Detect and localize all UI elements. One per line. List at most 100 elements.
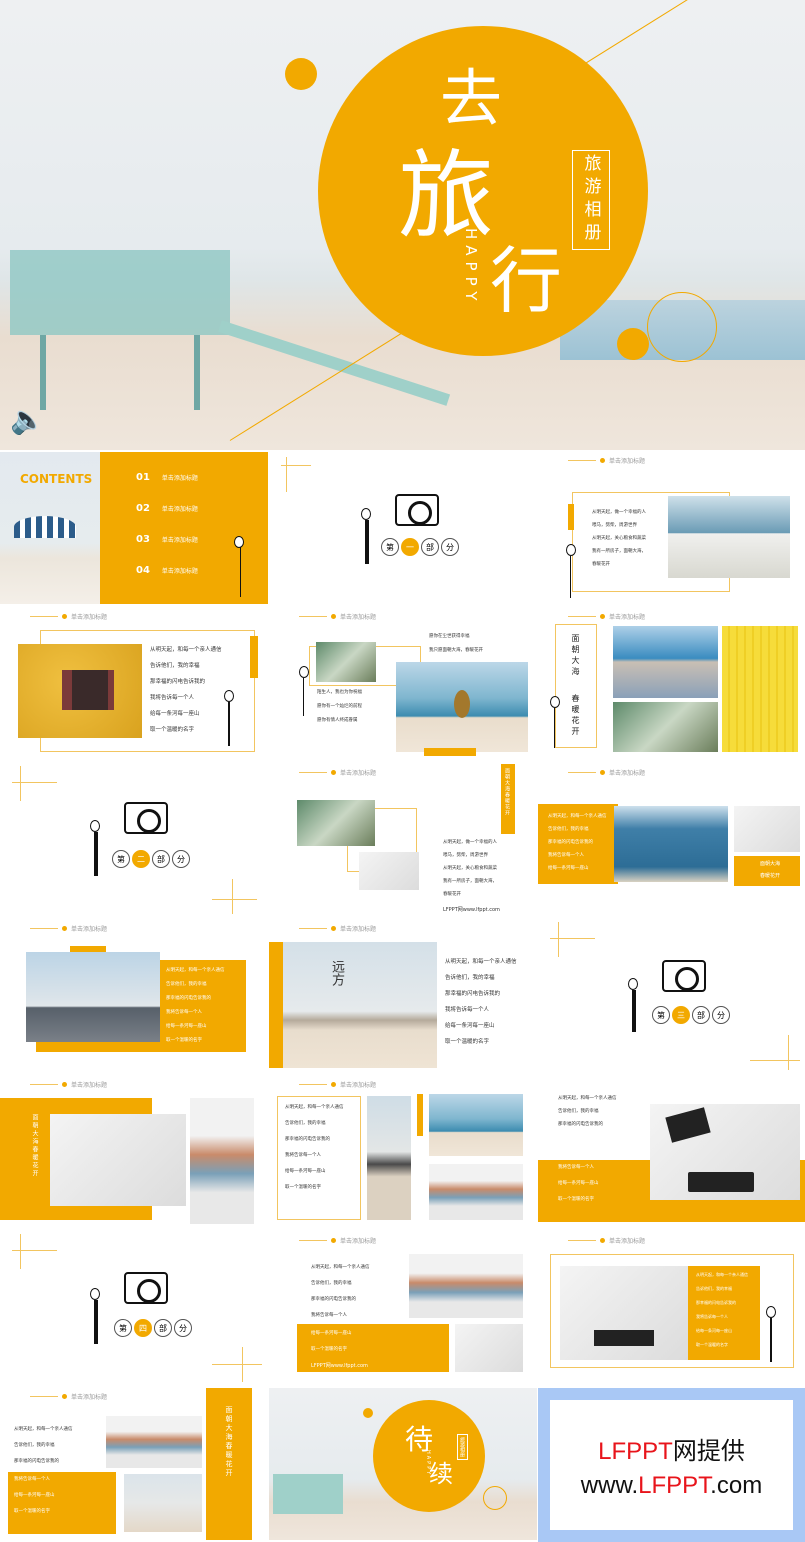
- deco-line: [788, 1035, 789, 1070]
- deco-line: [750, 1060, 800, 1061]
- slide-section-3[interactable]: 第三部分: [538, 920, 805, 1072]
- slide-contents[interactable]: CONTENTS 01 单击添加标题 02 单击添加标题 03 单击添加标题 04 单击…: [0, 452, 268, 604]
- greenhouse-photo: [316, 642, 376, 682]
- slide-header: 单击添加标题: [299, 1236, 376, 1245]
- section-label: 第四部分: [114, 1319, 192, 1337]
- deco-line: [286, 457, 287, 492]
- slide-end[interactable]: 待 续 HAPPY 旅游相册: [269, 1388, 537, 1540]
- beach-photo: [124, 1474, 202, 1532]
- santorini-photo: [668, 496, 790, 578]
- poem-text: 从明天起，和每一个亲人通信 告诉他们，我的幸福 那幸福的闪电告诉我的 我将告诉每一个人: [311, 1265, 370, 1318]
- stick-figure: [570, 556, 571, 598]
- stick-figure-head: [90, 820, 100, 832]
- yuanfang-title: 远方: [329, 960, 344, 986]
- slide-keyboard[interactable]: 从明天起，和每一个亲人通信 告诉他们，我的幸福 那幸福的闪电告诉我的 我将告诉每一个…: [538, 1076, 805, 1228]
- slide-photos-text[interactable]: 单击添加标题 面朝大海春暖花开 从明天起，做一个幸福的人 喂马，劈柴，周游世界 从明…: [269, 764, 537, 916]
- accent-bar: [417, 1094, 423, 1136]
- stick-figure-head: [361, 508, 371, 520]
- slide-header: 单击添加标题: [299, 1080, 376, 1089]
- slide-header: 单击添加标题: [299, 768, 376, 777]
- slide-text-photos[interactable]: 单击添加标题 从明天起，和每一个亲人通信 告诉他们，我的幸福 那幸福的闪电告诉我的我…: [269, 1076, 537, 1228]
- slide-camera-photo[interactable]: 单击添加标题 面朝大海春暖花开: [0, 1076, 268, 1228]
- ad-line-1: LFPPT网提供: [598, 1437, 745, 1465]
- pineapple: [454, 690, 470, 718]
- yellow-bike-photo: [722, 626, 798, 752]
- camera-icon: [124, 1272, 168, 1304]
- deco-line: [12, 1250, 57, 1251]
- contents-item[interactable]: 02 单击添加标题: [136, 503, 198, 534]
- slide-collage[interactable]: 单击添加标题 面朝大海 春暖花开: [538, 608, 805, 760]
- stick-figure-head: [224, 690, 234, 702]
- slide-text-plates[interactable]: 单击添加标题 从明天起，和每一个亲人通信 告诉他们，我的幸福 那幸福的闪电告诉我的我…: [269, 1232, 537, 1384]
- deco-line: [12, 782, 57, 783]
- vertical-text: 面朝大海春暖花开: [760, 861, 781, 879]
- poem-text: 陌生人，我也为你祝福 愿你有一个灿烂的前程 愿你有情人终成眷属: [317, 690, 362, 723]
- end-title-char: 续: [429, 1460, 453, 1488]
- poem-text: 我将告诉每一个人 给每一条河每一座山 取一个温暖的名字: [558, 1165, 599, 1202]
- poem-text: 从明天起，和每一个亲人通信 告诉他们，我的幸福 那幸福的闪电告诉我的: [558, 1096, 617, 1127]
- slide-header: 单击添加标题: [568, 1236, 645, 1245]
- poem-text: 从明天起，和每一个亲人通信 告诉他们，我的幸福 那幸福的闪电告诉我的 我将告诉每一个人…: [696, 1272, 748, 1347]
- stick-figure: [365, 520, 369, 564]
- keyboard: [688, 1172, 754, 1192]
- poem-text: 从明天起，做一个幸福的人 喂马，劈柴，周游世界 从明天起，关心粮食和蔬菜 我有一所房子…: [443, 840, 497, 897]
- stick-figure: [94, 1300, 98, 1344]
- ad-box: LFPPT网提供 www.LFPPT.com: [550, 1400, 793, 1530]
- slide-chairlift[interactable]: 单击添加标题 从明天起，和每一个亲人通信 告诉他们，我的幸福 那幸福的闪电告诉我的我…: [0, 920, 268, 1072]
- accent-bar: [424, 748, 476, 756]
- tower-legs: [40, 335, 200, 410]
- camera-coffee-photo: [50, 1114, 186, 1206]
- slide-header: 单击添加标题: [299, 924, 376, 933]
- contents-item[interactable]: 01 单击添加标题: [136, 472, 198, 503]
- slide-pineapple[interactable]: 单击添加标题 陌生人，我也为你祝福 愿你有一个灿烂的前程 愿你有情人终成眷属 愿你在…: [269, 608, 537, 760]
- slide-keyboard-framed[interactable]: 单击添加标题 从明天起，和每一个亲人通信 告诉他们，我的幸福 那幸福的闪电告诉我的我…: [538, 1232, 805, 1384]
- speaker-icon[interactable]: 🔈: [10, 403, 45, 436]
- deco-line: [558, 922, 559, 957]
- slide-yuanfang[interactable]: 单击添加标题 远方 从明天起，和每一个亲人通信 告诉他们，我的幸福 那幸福的闪电告诉…: [269, 920, 537, 1072]
- contents-item[interactable]: 04 单击添加标题: [136, 565, 198, 596]
- stick-figure-head: [90, 1288, 100, 1300]
- pineapple-photo: [429, 1094, 523, 1156]
- plates-photo: [106, 1416, 202, 1468]
- slide-header: 单击添加标题: [30, 924, 107, 933]
- stick-figure: [770, 1318, 772, 1362]
- contents-item[interactable]: 03 单击添加标题: [136, 534, 198, 565]
- watermark-text: LFPPT网www.lfppt.com: [311, 1363, 368, 1369]
- stick-figure: [632, 990, 636, 1032]
- section-label: 第二部分: [112, 850, 190, 868]
- slide-header: 单击添加标题: [299, 612, 376, 621]
- vertical-title: 面朝大海: [571, 634, 580, 678]
- window: [62, 670, 114, 710]
- poem-text: 从明天起，和每一个亲人通信 告诉他们，我的幸福 那幸福的闪电告诉我的 我将告诉每一个人…: [548, 814, 607, 871]
- slide-header: 单击添加标题: [30, 1392, 107, 1401]
- poem-text: 给每一条河每一座山 取一个温暖的名字: [311, 1331, 352, 1352]
- deco-line: [20, 766, 21, 801]
- stick-figure-head: [566, 544, 576, 556]
- poem-text: 从明天起，和每一个亲人通信 告诉他们，我的幸福 那幸福的闪电告诉我的 我将告诉每一个人…: [166, 968, 225, 1043]
- ad-banner[interactable]: LFPPT网提供 www.LFPPT.com: [538, 1388, 805, 1542]
- lifeguard-tower: [273, 1474, 343, 1514]
- slide-section-1[interactable]: 第一部分: [269, 452, 537, 604]
- small-circle: [285, 58, 317, 90]
- happy-text: HAPPY: [462, 228, 480, 307]
- subtitle-box: 旅游相册: [457, 1434, 468, 1460]
- slide-header: 单击添加标题: [30, 1080, 107, 1089]
- greenhouse-photo: [297, 800, 375, 846]
- outline-circle: [483, 1486, 507, 1510]
- vertical-text: 面朝大海春暖花开: [504, 768, 510, 816]
- deco-line: [232, 879, 233, 914]
- camera-flatlay-photo: [359, 852, 419, 890]
- slide-poem-photo[interactable]: 单击添加标题 从明天起，做一个幸福的人 喂马，劈柴，周游世界 从明天起，关心粮食和蔬…: [538, 452, 805, 604]
- small-circle: [617, 328, 649, 360]
- keyboard-photo: [455, 1324, 523, 1372]
- vertical-title: 春暖花开: [571, 694, 580, 738]
- stick-figure-head: [299, 666, 309, 678]
- stick-figure: [303, 678, 304, 716]
- plates-photo: [429, 1164, 523, 1220]
- slide-plates-final[interactable]: 单击添加标题 从明天起，和每一个亲人通信 告诉他们，我的幸福 那幸福的闪电告诉我的 …: [0, 1388, 268, 1540]
- slide-wall-poem[interactable]: 单击添加标题 从明天起，和每一个亲人通信 告诉他们，我的幸福 那幸福的闪电告诉我的我…: [0, 608, 268, 760]
- poem-text: 从明天起，和每一个亲人通信 告诉他们，我的幸福 那幸福的闪电告诉我的 我将告诉每一个人…: [150, 647, 222, 733]
- slide-section-2[interactable]: 第二部分: [0, 764, 268, 916]
- slide-boat[interactable]: 单击添加标题 从明天起，和每一个亲人通信 告诉他们，我的幸福 那幸福的闪电告诉我的我…: [538, 764, 805, 916]
- slide-section-4[interactable]: 第四部分: [0, 1232, 268, 1384]
